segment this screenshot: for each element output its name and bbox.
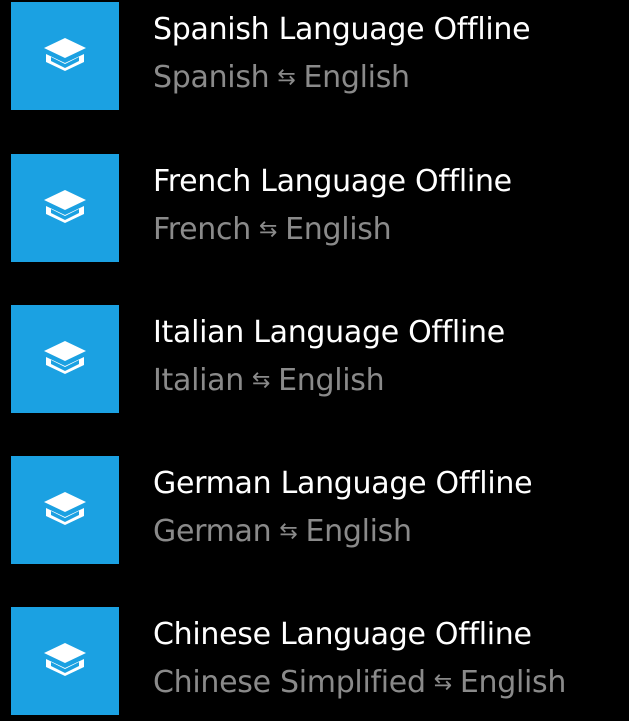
item-title: Chinese Language Offline <box>153 617 532 652</box>
book-stack-icon <box>44 190 86 223</box>
list-item-spanish[interactable]: Spanish Language Offline Spanish ⇆ English <box>0 0 629 110</box>
item-title: German Language Offline <box>153 466 533 501</box>
language-pack-list: Spanish Language Offline Spanish ⇆ English… <box>0 0 629 721</box>
swap-arrows-icon: ⇆ <box>258 217 278 242</box>
target-language: English <box>459 665 567 700</box>
target-language: English <box>305 514 412 549</box>
swap-arrows-icon: ⇆ <box>433 670 452 695</box>
source-language: Spanish <box>153 60 270 95</box>
swap-arrows-icon: ⇆ <box>251 368 271 393</box>
app-tile <box>11 607 119 715</box>
item-title: Italian Language Offline <box>153 315 505 350</box>
source-language: German <box>153 514 272 549</box>
item-subtitle: Chinese Simplified ⇆ English <box>153 663 566 706</box>
book-stack-icon <box>44 38 86 71</box>
source-language: Chinese Simplified <box>153 665 426 700</box>
item-subtitle: Spanish ⇆ English <box>153 58 410 101</box>
app-tile <box>11 456 119 564</box>
item-title: French Language Offline <box>153 164 512 199</box>
app-tile <box>11 305 119 413</box>
target-language: English <box>285 212 392 247</box>
book-stack-icon <box>44 492 86 525</box>
source-language: Italian <box>153 363 244 398</box>
item-subtitle: Italian ⇆ English <box>153 361 385 404</box>
book-stack-icon <box>44 341 86 374</box>
target-language: English <box>303 60 411 95</box>
swap-arrows-icon: ⇆ <box>277 65 296 90</box>
source-language: French <box>153 212 251 247</box>
book-stack-icon <box>44 643 86 676</box>
list-item-italian[interactable]: Italian Language Offline Italian ⇆ English <box>0 303 629 413</box>
app-tile <box>11 154 119 262</box>
list-item-german[interactable]: German Language Offline German ⇆ English <box>0 454 629 564</box>
list-item-chinese[interactable]: Chinese Language Offline Chinese Simplif… <box>0 605 629 715</box>
app-tile <box>11 2 119 110</box>
target-language: English <box>278 363 385 398</box>
item-subtitle: German ⇆ English <box>153 512 412 555</box>
swap-arrows-icon: ⇆ <box>279 519 298 544</box>
item-title: Spanish Language Offline <box>153 12 531 47</box>
list-item-french[interactable]: French Language Offline French ⇆ English <box>0 152 629 262</box>
item-subtitle: French ⇆ English <box>153 210 392 253</box>
